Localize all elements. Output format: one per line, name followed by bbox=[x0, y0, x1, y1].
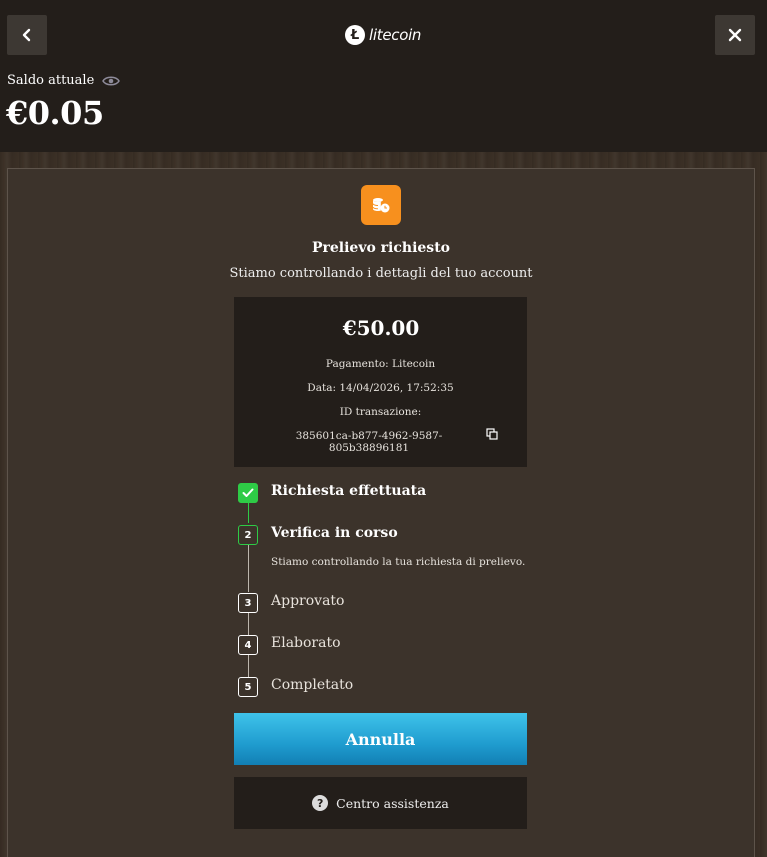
step-check-icon bbox=[238, 483, 258, 503]
step-connector bbox=[248, 503, 249, 523]
step-number: 4 bbox=[238, 635, 258, 655]
status-title: Prelievo richiesto bbox=[311, 240, 450, 256]
balance-label: Saldo attuale bbox=[7, 73, 121, 88]
help-center-label: Centro assistenza bbox=[336, 795, 449, 811]
step-description: Stiamo controllando la tua richiesta di … bbox=[271, 556, 526, 568]
help-center-button[interactable]: ? Centro assistenza bbox=[234, 777, 527, 829]
back-button[interactable] bbox=[7, 15, 47, 55]
cancel-button[interactable]: Annulla bbox=[234, 713, 527, 765]
withdrawal-amount: €50.00 bbox=[342, 316, 420, 340]
balance-value: €0.05 bbox=[6, 94, 104, 132]
close-button[interactable] bbox=[715, 15, 755, 55]
payment-method: Pagamento: Litecoin bbox=[325, 358, 436, 370]
step-label: Approvato bbox=[271, 593, 345, 609]
question-icon: ? bbox=[312, 795, 329, 811]
step-connector bbox=[248, 655, 249, 677]
step-connector bbox=[248, 545, 249, 592]
status-subtitle: Stiamo controllando i dettagli del tuo a… bbox=[229, 266, 533, 281]
step-connector bbox=[248, 613, 249, 635]
step-number: 5 bbox=[238, 677, 258, 697]
step-label: Elaborato bbox=[271, 635, 341, 651]
copy-icon[interactable] bbox=[486, 428, 498, 440]
eye-icon[interactable] bbox=[102, 75, 121, 87]
chevron-left-icon bbox=[22, 28, 31, 42]
step-number: 2 bbox=[238, 525, 258, 545]
step-number: 3 bbox=[238, 593, 258, 613]
litecoin-icon: Ł bbox=[345, 25, 365, 45]
transaction-date: Data: 14/04/2026, 17:52:35 bbox=[307, 382, 454, 394]
step-label: Verifica in corso bbox=[271, 525, 398, 541]
transaction-id-label: ID transazione: bbox=[339, 406, 422, 418]
transaction-id: 385601ca-b877-4962-9587-805b38896181 bbox=[295, 430, 443, 454]
close-icon bbox=[728, 28, 742, 42]
logo-text: litecoin bbox=[369, 26, 422, 44]
header-bar: Ł litecoin Saldo attuale €0.05 bbox=[0, 0, 767, 152]
step-label: Richiesta effettuata bbox=[271, 483, 427, 499]
litecoin-logo: Ł litecoin bbox=[345, 24, 421, 46]
coins-clock-icon bbox=[361, 185, 401, 225]
step-label: Completato bbox=[271, 677, 354, 693]
